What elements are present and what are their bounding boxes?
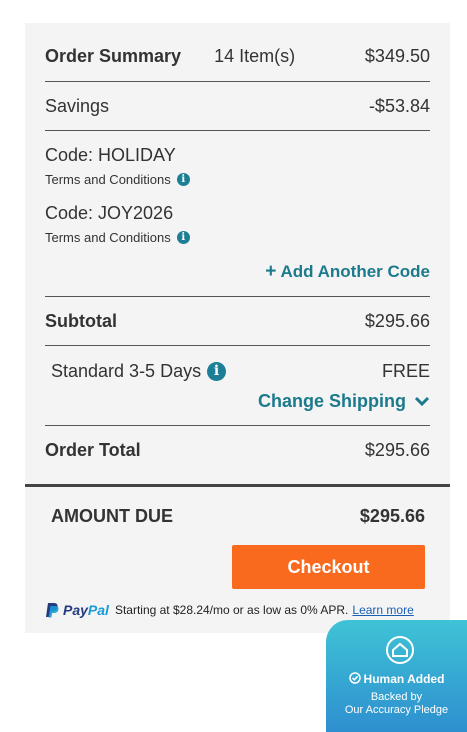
info-icon[interactable]: i xyxy=(207,361,227,381)
home-shield-icon xyxy=(386,636,414,664)
promo-code-label: Code: JOY2026 xyxy=(45,202,174,223)
order-total-value: $295.66 xyxy=(364,439,430,460)
divider xyxy=(45,81,430,82)
chevron-down-icon xyxy=(414,396,430,406)
paypal-promo: PayPal Starting at $28.24/mo or as low a… xyxy=(45,602,414,618)
paypal-logo-icon xyxy=(46,603,59,618)
promo-code-1: Code: HOLIDAY xyxy=(45,143,430,167)
promo-code-1-terms: Terms and Conditions i xyxy=(45,170,430,188)
terms-link[interactable]: Terms and Conditions xyxy=(45,172,171,187)
paypal-financing-text: Starting at $28.24/mo or as low as 0% AP… xyxy=(114,603,349,617)
amount-due-row: AMOUNT DUE $295.66 xyxy=(51,503,425,529)
paypal-logo-pal: Pal xyxy=(87,602,109,618)
savings-label: Savings xyxy=(45,95,110,116)
checkout-button[interactable]: Checkout xyxy=(232,545,425,589)
thick-divider xyxy=(25,484,450,487)
order-summary-panel: Order Summary 14 Item(s) $349.50 Savings… xyxy=(25,23,450,633)
divider xyxy=(45,130,430,131)
check-circle-icon xyxy=(348,672,361,684)
promo-code-2: Code: JOY2026 xyxy=(45,201,430,225)
change-shipping-button[interactable]: Change Shipping xyxy=(258,391,430,412)
shipping-row: Standard 3-5 Days i FREE xyxy=(51,358,430,384)
paypal-logo: PayPal xyxy=(63,602,109,618)
shipping-method: Standard 3-5 Days xyxy=(51,360,202,381)
promo-code-2-terms: Terms and Conditions i xyxy=(45,228,430,246)
subtotal-value: $295.66 xyxy=(364,310,430,331)
divider xyxy=(45,296,430,297)
savings-row: Savings -$53.84 xyxy=(45,93,430,119)
savings-value: -$53.84 xyxy=(368,95,430,116)
badge-line2: Our Accuracy Pledge xyxy=(344,704,449,716)
amount-due-label: AMOUNT DUE xyxy=(51,505,173,526)
order-total-row: Order Total $295.66 xyxy=(45,437,430,463)
item-count: 14 Item(s) xyxy=(214,45,296,66)
subtotal-label: Subtotal xyxy=(45,310,117,331)
order-summary-header: Order Summary 14 Item(s) $349.50 xyxy=(45,43,430,69)
plus-icon: + xyxy=(265,261,277,282)
promo-code-label: Code: HOLIDAY xyxy=(45,144,176,165)
subtotal-row: Subtotal $295.66 xyxy=(45,308,430,334)
shipping-cost: FREE xyxy=(381,360,430,381)
badge-title: Human Added xyxy=(363,672,445,686)
add-code-row: + Add Another Code xyxy=(45,260,430,284)
badge-line1: Backed by xyxy=(370,691,423,703)
change-shipping-label: Change Shipping xyxy=(257,390,406,411)
amount-due-value: $295.66 xyxy=(359,505,425,526)
terms-link[interactable]: Terms and Conditions xyxy=(45,230,171,245)
divider xyxy=(45,345,430,346)
add-code-label: Add Another Code xyxy=(280,262,430,281)
learn-more-link[interactable]: Learn more xyxy=(352,603,413,617)
total-before-savings: $349.50 xyxy=(364,45,430,66)
divider xyxy=(45,425,430,426)
paypal-logo-pay: Pay xyxy=(63,602,88,618)
badge-title-row: Human Added xyxy=(326,672,467,686)
info-icon[interactable]: i xyxy=(176,230,190,244)
change-shipping-row: Change Shipping xyxy=(45,389,430,413)
info-icon[interactable]: i xyxy=(176,172,190,186)
accuracy-badge[interactable]: Human Added Backed by Our Accuracy Pledg… xyxy=(326,620,467,732)
add-code-button[interactable]: + Add Another Code xyxy=(265,261,430,283)
order-total-label: Order Total xyxy=(45,439,141,460)
order-summary-title: Order Summary xyxy=(45,45,182,66)
